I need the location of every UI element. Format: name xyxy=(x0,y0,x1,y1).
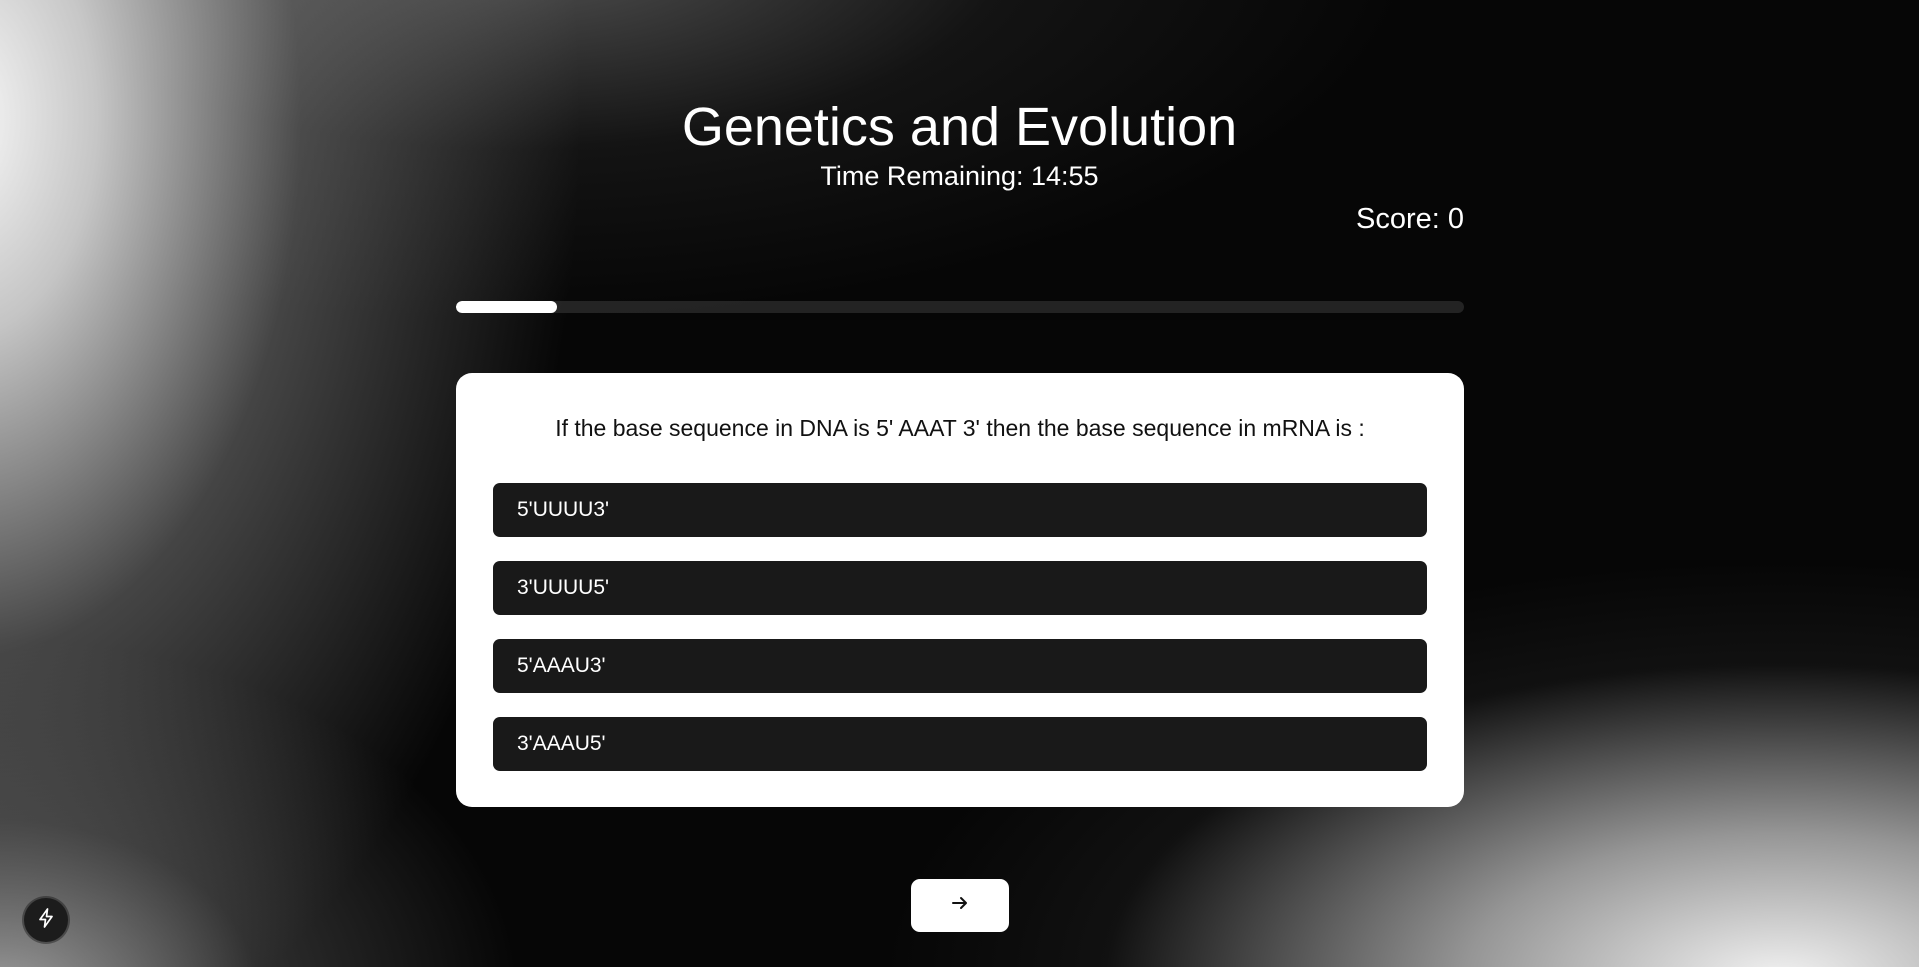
time-remaining: Time Remaining: 14:55 xyxy=(820,161,1099,191)
lightning-icon xyxy=(35,907,57,934)
answer-option-2[interactable]: 3'UUUU5' xyxy=(493,561,1427,615)
question-card: If the base sequence in DNA is 5' AAAT 3… xyxy=(456,373,1464,807)
question-text: If the base sequence in DNA is 5' AAAT 3… xyxy=(555,415,1365,441)
answer-option-4[interactable]: 3'AAAU5' xyxy=(493,717,1427,771)
quiz-title: Genetics and Evolution xyxy=(681,97,1238,157)
next-button[interactable] xyxy=(911,879,1009,932)
progress-bar-fill xyxy=(456,301,557,313)
score-display: Score: 0 xyxy=(1356,203,1464,235)
arrow-right-icon xyxy=(950,893,970,918)
progress-bar xyxy=(456,301,1464,313)
answer-option-1[interactable]: 5'UUUU3' xyxy=(493,483,1427,537)
lightning-badge-button[interactable] xyxy=(24,898,68,942)
answer-option-3[interactable]: 5'AAAU3' xyxy=(493,639,1427,693)
